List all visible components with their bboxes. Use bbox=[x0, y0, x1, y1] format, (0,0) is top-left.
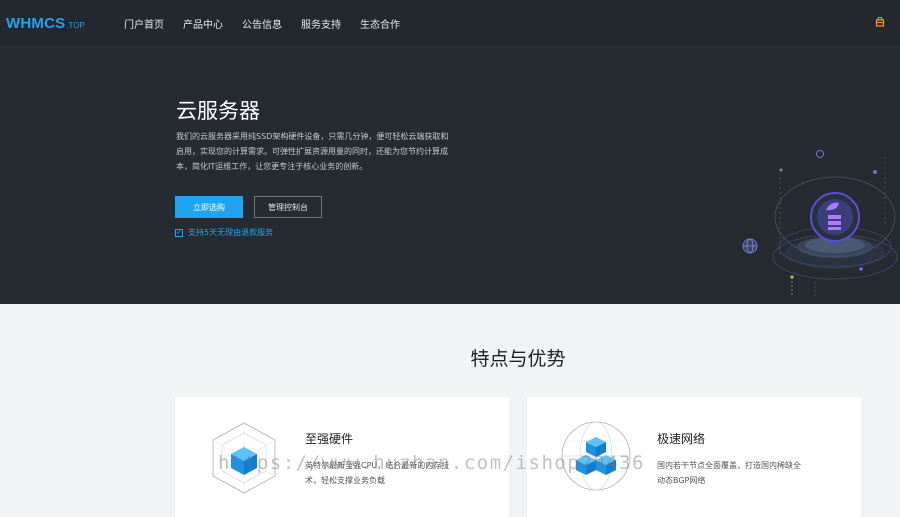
hero-description: 我们的云服务器采用纯SSD架构硬件设备，只需几分钟，便可轻松云端获取和启用，实现… bbox=[176, 132, 449, 171]
feature-title-hardware: 至强硬件 bbox=[305, 432, 354, 446]
cube-hexagon-icon bbox=[212, 422, 276, 494]
nav-item-products[interactable]: 产品中心 bbox=[183, 16, 223, 31]
buy-now-button[interactable]: 立即选购 bbox=[175, 196, 243, 218]
top-navigation-bar: WHMCS .TOP 门户首页 产品中心 公告信息 服务支持 生态合作 bbox=[0, 0, 900, 47]
network-globe-icon bbox=[561, 421, 631, 491]
console-button[interactable]: 管理控制台 bbox=[254, 196, 322, 218]
cart-icon[interactable] bbox=[875, 17, 885, 27]
feature-desc-network: 国内若干节点全面覆盖，打造国内稀缺全动态BGP网络 bbox=[657, 461, 801, 485]
feature-card-hardware: 至强硬件 英特尔最新至强CPU，结合最新的内存技术，轻松支撑业务负载 bbox=[175, 397, 509, 517]
main-menu: 门户首页 产品中心 公告信息 服务支持 生态合作 bbox=[124, 16, 419, 31]
feature-card-network: 极速网络 国内若干节点全面覆盖，打造国内稀缺全动态BGP网络 bbox=[527, 397, 861, 517]
nav-item-partners[interactable]: 生态合作 bbox=[360, 16, 400, 31]
cloud-server-illustration-icon bbox=[742, 150, 898, 297]
nav-item-announcements[interactable]: 公告信息 bbox=[242, 16, 282, 31]
nav-item-home[interactable]: 门户首页 bbox=[124, 16, 164, 31]
features-heading: 特点与优势 bbox=[470, 348, 566, 370]
refund-guarantee: ✓ 支持5天无理由退款服务 bbox=[175, 227, 273, 238]
feature-title-network: 极速网络 bbox=[657, 432, 706, 446]
site-logo[interactable]: WHMCS .TOP bbox=[6, 15, 85, 32]
page: WHMCS .TOP 门户首页 产品中心 公告信息 服务支持 生态合作 云服务器… bbox=[0, 0, 900, 517]
logo-suffix: .TOP bbox=[66, 21, 85, 30]
nav-item-support[interactable]: 服务支持 bbox=[301, 16, 341, 31]
checkbox-icon: ✓ bbox=[175, 228, 183, 237]
hero-title: 云服务器 bbox=[176, 99, 260, 123]
feature-desc-hardware: 英特尔最新至强CPU，结合最新的内存技术，轻松支撑业务负载 bbox=[305, 461, 450, 485]
refund-guarantee-text: 支持5天无理由退款服务 bbox=[188, 228, 274, 237]
logo-text: WHMCS bbox=[6, 15, 66, 32]
hero-banner: 云服务器 我们的云服务器采用纯SSD架构硬件设备，只需几分钟，便可轻松云端获取和… bbox=[0, 47, 900, 304]
